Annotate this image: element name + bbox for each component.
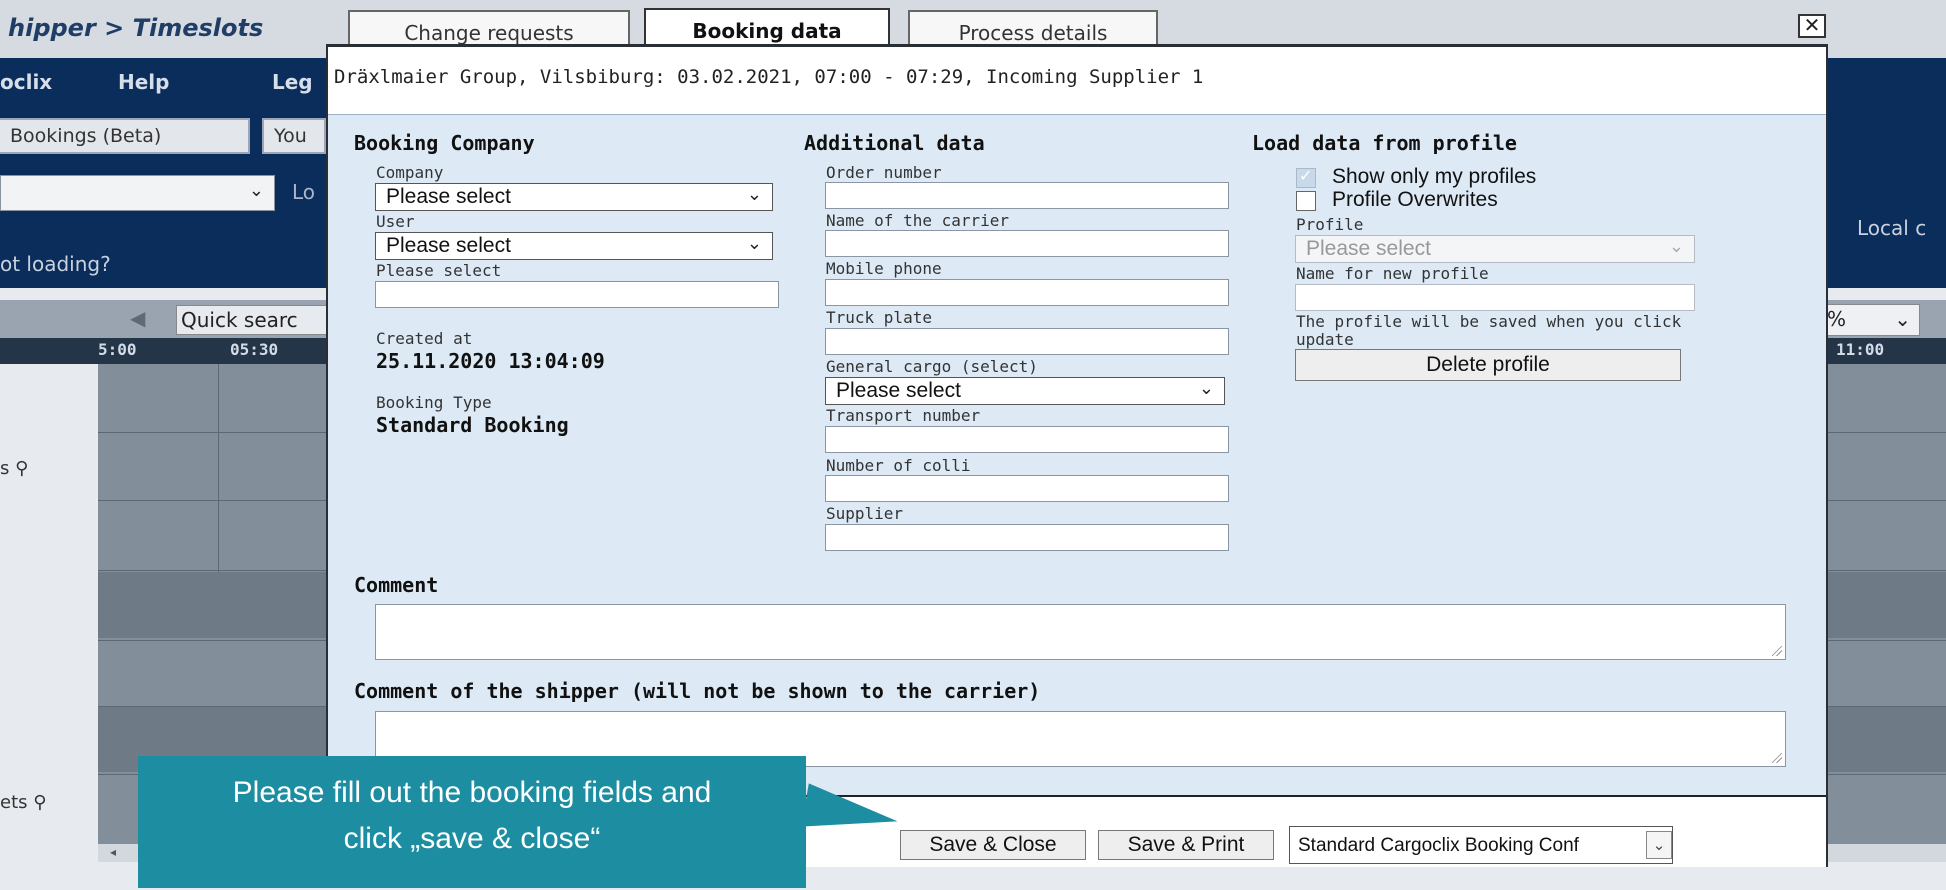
delete-profile-button[interactable]: Delete profile	[1295, 349, 1681, 381]
profile-note-line1: The profile will be saved when you click	[1296, 312, 1682, 331]
number-of-colli-input[interactable]	[825, 475, 1229, 502]
background-menu-item-help[interactable]: Help	[118, 70, 169, 94]
background-menu-item-legal[interactable]: Leg	[272, 70, 313, 94]
transport-number-label: Transport number	[826, 406, 981, 425]
background-loading-text: ot loading?	[0, 252, 111, 276]
chevron-down-icon: ⌄	[746, 233, 762, 254]
booking-type-value: Standard Booking	[376, 413, 569, 437]
print-template-select[interactable]: Standard Cargoclix Booking Conf ⌄	[1289, 826, 1673, 864]
profile-select[interactable]: Please select ⌄	[1295, 235, 1695, 263]
user-select[interactable]: Please select ⌄	[375, 232, 773, 260]
user-search-input[interactable]	[375, 281, 779, 308]
search-icon[interactable]: ⚲	[28, 792, 46, 813]
time-label: 11:00	[1836, 340, 1885, 359]
truck-plate-input[interactable]	[825, 328, 1229, 355]
profile-overwrites-checkbox[interactable]	[1296, 191, 1316, 211]
background-app-title: hipper > Timeslots	[8, 14, 264, 42]
number-of-colli-label: Number of colli	[826, 456, 971, 475]
scroll-left-icon[interactable]: ◂	[110, 845, 116, 859]
comment-label: Comment	[354, 573, 439, 597]
order-number-input[interactable]	[825, 182, 1229, 209]
show-only-my-profiles-label: Show only my profiles	[1332, 165, 1537, 188]
chevron-down-icon: ⌄	[1198, 378, 1214, 399]
profile-note-line2: update	[1296, 330, 1354, 349]
transport-number-input[interactable]	[825, 426, 1229, 453]
profile-label: Profile	[1296, 215, 1364, 234]
callout-line-1: Please fill out the booking fields and	[232, 776, 712, 809]
background-zoom-select[interactable]: % ⌄	[1820, 304, 1920, 336]
show-only-my-profiles-checkbox[interactable]	[1296, 166, 1316, 188]
page: hipper > Timeslots oclix Help Leg Bookin…	[0, 0, 1946, 890]
profile-overwrites-label: Profile Overwrites	[1332, 188, 1498, 211]
background-filter-label: Lo	[292, 180, 316, 204]
chevron-down-icon: ⌄	[248, 180, 264, 201]
supplier-label: Supplier	[826, 504, 904, 523]
tab-process-details[interactable]: Process details	[908, 10, 1158, 46]
supplier-input[interactable]	[825, 524, 1229, 551]
booking-type-label: Booking Type	[376, 393, 492, 412]
arrow-left-icon[interactable]: ◀	[130, 306, 145, 330]
background-row-label-column	[0, 364, 98, 854]
company-label: Company	[376, 163, 444, 182]
callout-line-2: click „save & close“	[343, 822, 601, 855]
background-tab-bookings[interactable]: Bookings (Beta)	[0, 118, 250, 154]
background-menu-item-cargoclix[interactable]: oclix	[0, 70, 52, 94]
background-local-text: Local c	[1857, 216, 1927, 240]
zoom-value: %	[1827, 307, 1847, 331]
chevron-down-icon: ⌄	[1646, 831, 1672, 859]
time-label: 5:00	[98, 340, 137, 359]
time-label: 05:30	[230, 340, 279, 359]
background-filter-select[interactable]: ⌄	[0, 175, 275, 211]
company-select[interactable]: Please select ⌄	[375, 183, 773, 211]
save-print-button[interactable]: Save & Print	[1098, 830, 1274, 860]
carrier-name-input[interactable]	[825, 230, 1229, 257]
mobile-phone-label: Mobile phone	[826, 259, 942, 278]
close-icon[interactable]: ✕	[1798, 14, 1826, 38]
new-profile-label: Name for new profile	[1296, 264, 1489, 283]
new-profile-input[interactable]	[1295, 284, 1695, 311]
background-tab-your[interactable]: You	[262, 118, 326, 154]
booking-dialog: Dräxlmaier Group, Vilsbiburg: 03.02.2021…	[326, 44, 1828, 867]
booking-header: Dräxlmaier Group, Vilsbiburg: 03.02.2021…	[328, 47, 1826, 115]
truck-plate-label: Truck plate	[826, 308, 932, 327]
additional-data-title: Additional data	[804, 131, 985, 155]
order-number-label: Order number	[826, 163, 942, 182]
created-at-value: 25.11.2020 13:04:09	[376, 349, 605, 373]
tab-change-requests[interactable]: Change requests	[348, 10, 630, 46]
tab-booking-data[interactable]: Booking data	[644, 8, 890, 46]
general-cargo-label: General cargo (select)	[826, 357, 1038, 376]
comment-textarea[interactable]	[375, 604, 1786, 660]
save-close-button[interactable]: Save & Close	[900, 830, 1086, 860]
mobile-phone-input[interactable]	[825, 279, 1229, 306]
load-profile-title: Load data from profile	[1252, 131, 1517, 155]
chevron-down-icon: ⌄	[1894, 307, 1911, 331]
chevron-down-icon: ⌄	[746, 184, 762, 205]
search-icon[interactable]: ⚲	[9, 458, 28, 479]
chevron-down-icon: ⌄	[1668, 236, 1684, 257]
background-row-label: ets ⚲	[0, 792, 47, 813]
user-label: User	[376, 212, 415, 231]
created-at-label: Created at	[376, 329, 473, 348]
user-search-label: Please select	[376, 261, 502, 280]
general-cargo-select[interactable]: Please select ⌄	[825, 377, 1225, 405]
booking-company-title: Booking Company	[354, 131, 535, 155]
background-row-label: s ⚲	[0, 458, 29, 479]
carrier-name-label: Name of the carrier	[826, 211, 1010, 230]
instruction-callout-text: Please fill out the booking fields and c…	[138, 770, 806, 862]
shipper-comment-label: Comment of the shipper (will not be show…	[354, 679, 1041, 703]
grid-line	[218, 364, 219, 572]
